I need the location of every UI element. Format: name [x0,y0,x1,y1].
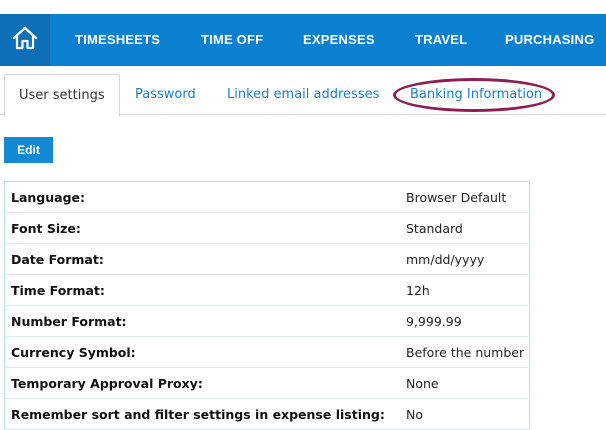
setting-value: 9,999.99 [396,305,530,337]
setting-label: Time Format: [4,274,396,306]
nav-timesheets[interactable]: TIMESHEETS [75,14,160,66]
edit-button[interactable]: Edit [4,137,53,163]
tab-password[interactable]: Password [135,74,196,114]
nav-travel[interactable]: TRAVEL [415,14,467,66]
setting-value: 12h [396,274,530,306]
user-settings-table: Language: Browser Default Font Size: Sta… [4,181,530,430]
setting-label: Temporary Approval Proxy: [4,367,396,399]
home-icon [12,26,38,54]
table-row: Temporary Approval Proxy: None [4,367,530,399]
setting-label: Number Format: [4,305,396,337]
table-row: Remember sort and filter settings in exp… [4,398,530,430]
nav-purchasing[interactable]: PURCHASING [505,14,594,66]
table-row: Time Format: 12h [4,274,530,306]
table-row: Date Format: mm/dd/yyyy [4,243,530,275]
table-row: Currency Symbol: Before the number [4,336,530,368]
table-row: Number Format: 9,999.99 [4,305,530,337]
setting-label: Font Size: [4,212,396,244]
home-button[interactable] [0,14,50,66]
tab-banking-information[interactable]: Banking Information [410,74,542,114]
nav-time-off[interactable]: TIME OFF [201,14,263,66]
table-row: Font Size: Standard [4,212,530,244]
top-nav-bar: TIMESHEETS TIME OFF EXPENSES TRAVEL PURC… [0,14,606,66]
setting-value: mm/dd/yyyy [396,243,530,275]
table-row: Language: Browser Default [4,181,530,213]
setting-value: No [396,398,530,430]
tab-linked-email-addresses[interactable]: Linked email addresses [227,74,379,114]
nav-expenses[interactable]: EXPENSES [303,14,375,66]
setting-label: Remember sort and filter settings in exp… [4,398,396,430]
setting-value: None [396,367,530,399]
setting-label: Language: [4,181,396,213]
setting-value: Before the number [396,336,530,368]
setting-label: Currency Symbol: [4,336,396,368]
setting-value: Browser Default [396,181,530,213]
tab-user-settings[interactable]: User settings [4,74,120,117]
setting-label: Date Format: [4,243,396,275]
settings-tabs: User settings Password Linked email addr… [0,74,606,117]
setting-value: Standard [396,212,530,244]
